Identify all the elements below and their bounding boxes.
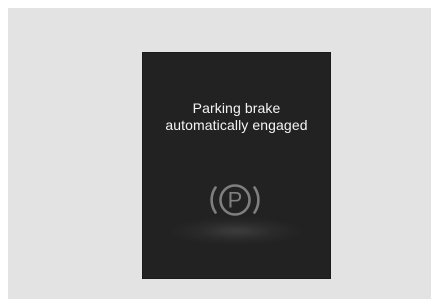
parking-brake-message: Parking brake automatically engaged	[142, 100, 331, 134]
parking-brake-icon: P	[203, 176, 267, 224]
instrument-cluster-display: Parking brake automatically engaged P	[142, 52, 331, 279]
screenshot-frame: Parking brake automatically engaged P	[8, 8, 431, 299]
message-line-2: automatically engaged	[165, 117, 308, 133]
parking-letter: P	[228, 188, 243, 213]
message-line-1: Parking brake	[192, 100, 281, 116]
